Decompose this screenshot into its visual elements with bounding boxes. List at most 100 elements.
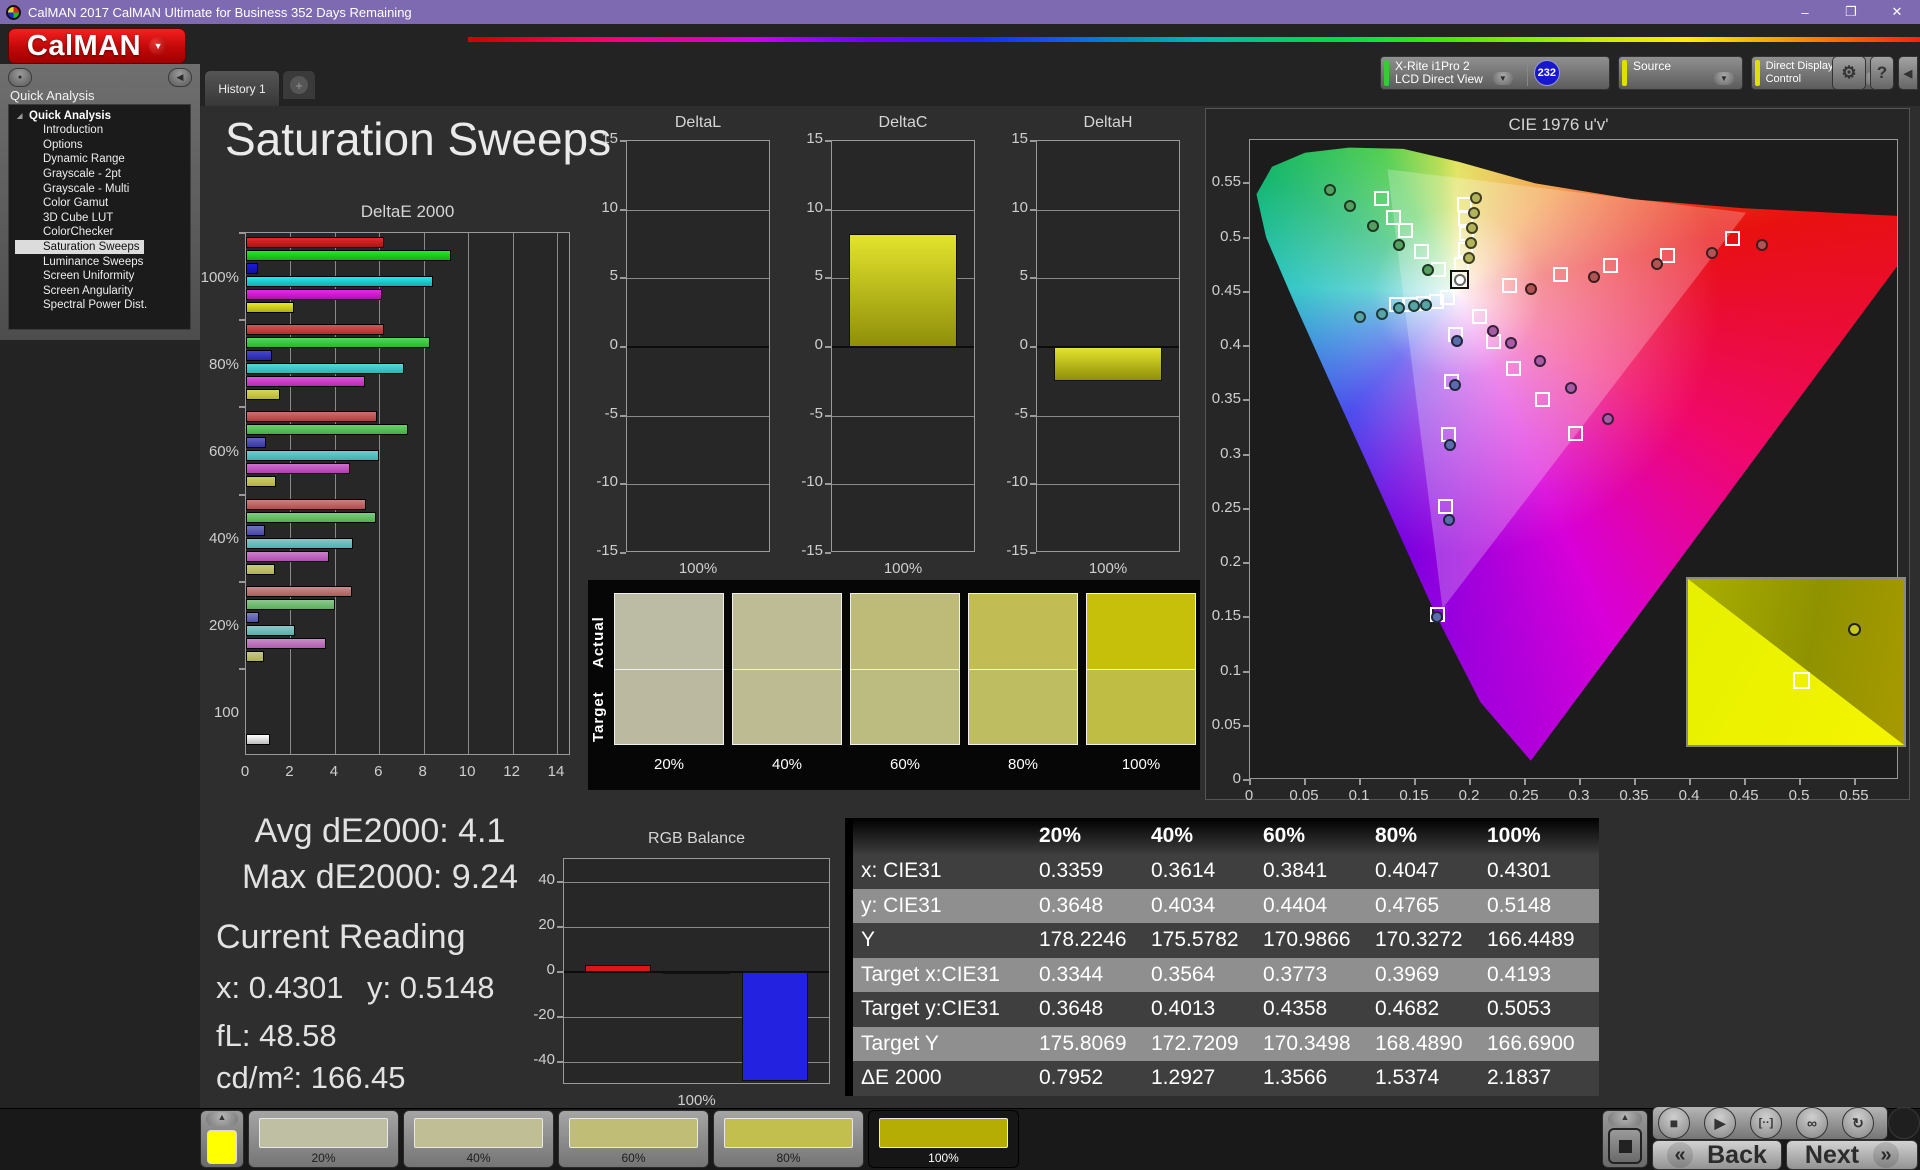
step-button[interactable]: [··] [1750, 1107, 1782, 1139]
continuous-button[interactable]: ∞ [1796, 1107, 1828, 1139]
delta-chart-title: DeltaC [878, 114, 928, 131]
sidebar-item-spectral-power-dist-[interactable]: Spectral Power Dist. [15, 298, 190, 313]
cie-measured-circle-red [1706, 246, 1718, 259]
avg-de2000: Avg dE2000: 4.1 [254, 812, 506, 850]
stop-pattern-button[interactable] [1608, 1128, 1642, 1164]
pattern-expand-button[interactable]: ▲ [206, 1112, 238, 1126]
sidebar-item-saturation-sweeps[interactable]: Saturation Sweeps [15, 239, 144, 255]
tree-root[interactable]: ◢ Quick Analysis [15, 109, 190, 123]
loop-button[interactable]: ↻ [1842, 1107, 1874, 1139]
source-dropdown[interactable]: Source ▼ [1618, 56, 1743, 90]
axis-tick [620, 346, 626, 348]
calman-menu-button[interactable]: CalMAN ▼ [8, 28, 186, 64]
play-button[interactable]: ▶ [1704, 1107, 1736, 1139]
pattern-button-40%[interactable]: 40% [403, 1110, 554, 1168]
current-x: x: 0.4301 [216, 970, 344, 1005]
table-cell: 0.4034 [1151, 893, 1216, 917]
target-label: Target [590, 691, 607, 742]
close-button[interactable]: ✕ [1874, 0, 1920, 24]
transport-expand-button[interactable]: ▲ [1608, 1112, 1642, 1126]
table-cell: 1.5374 [1375, 1066, 1440, 1090]
sidebar-item-colorchecker[interactable]: ColorChecker [15, 225, 190, 240]
pattern-button-60%[interactable]: 60% [558, 1110, 709, 1168]
cie-measured-circle-green [1367, 219, 1380, 232]
axis-tick [239, 580, 245, 583]
cie-y-tick: 0.3 [1220, 444, 1241, 462]
delta-y-tick: 0 [814, 336, 823, 353]
next-button[interactable]: Next » [1786, 1140, 1918, 1170]
sidebar-item-dynamic-range[interactable]: Dynamic Range [15, 152, 190, 167]
deltae-bar-blue [246, 524, 265, 536]
table-cell: 0.4682 [1375, 997, 1440, 1021]
sidebar-item-3d-cube-lut[interactable]: 3D Cube LUT [15, 211, 190, 226]
cie-y-tick: 0.25 [1211, 498, 1241, 516]
panel-collapse-button[interactable]: ◀ [1898, 56, 1918, 90]
deltae-bar-red [246, 411, 378, 423]
back-button[interactable]: « Back [1652, 1140, 1782, 1170]
table-cell: 1.2927 [1151, 1066, 1216, 1090]
deltae-x-tick: 2 [285, 763, 294, 780]
sidebar-collapse-button[interactable]: ◀ [168, 68, 192, 87]
infinity-icon: ∞ [1807, 1115, 1817, 1131]
window-title: CalMAN 2017 CalMAN Ultimate for Business… [28, 4, 412, 20]
sidebar-item-screen-angularity[interactable]: Screen Angularity [15, 284, 190, 299]
table-row: y: CIE31 0.3648 0.4034 0.4404 0.4765 0.5148 [853, 888, 1599, 923]
cie-measured-circle-yellow [1468, 206, 1481, 219]
deltae-x-tick: 12 [503, 763, 520, 780]
delta-y-tick: 15 [806, 130, 823, 147]
deltae-bar-cyan [246, 624, 295, 636]
settings-button[interactable]: ⚙ [1832, 56, 1866, 90]
table-cell: 1.3566 [1263, 1066, 1328, 1090]
cie-measured-circle-magenta [1487, 324, 1500, 337]
pattern-button-80%[interactable]: 80% [713, 1110, 864, 1168]
rgb-y-tick: 0 [546, 961, 555, 978]
axis-tick [620, 414, 626, 417]
rgb-y-tick: -20 [533, 1006, 555, 1024]
sidebar-item-grayscale-2pt[interactable]: Grayscale - 2pt [15, 167, 190, 182]
sidebar-item-luminance-sweeps[interactable]: Luminance Sweeps [15, 254, 190, 269]
stop-button[interactable]: ■ [1658, 1107, 1690, 1139]
current-y: y: 0.5148 [367, 970, 495, 1005]
cie-measured-circle-green [1392, 239, 1405, 252]
current-pattern-swatch[interactable] [207, 1130, 237, 1164]
restore-button[interactable]: ❐ [1828, 0, 1874, 24]
sidebar-item-color-gamut[interactable]: Color Gamut [15, 196, 190, 211]
sidebar-item-options[interactable]: Options [15, 138, 190, 153]
sidebar-item-grayscale-multi[interactable]: Grayscale - Multi [15, 181, 190, 196]
delta-x-label: 100% [678, 560, 718, 577]
cie-target-square-green [1398, 223, 1414, 239]
sidebar-dot-button[interactable]: ● [8, 68, 32, 87]
pattern-button-100%[interactable]: 100% [868, 1110, 1019, 1168]
table-cell: Target x:CIE31 [861, 962, 1000, 986]
sidebar-item-screen-uniformity[interactable]: Screen Uniformity [15, 269, 190, 284]
delta-y-tick: -5 [604, 404, 618, 422]
deltae-bar-white [246, 733, 271, 745]
meter-count-badge[interactable]: 232 [1533, 60, 1560, 86]
delta-y-tick: 0 [1019, 336, 1028, 353]
table-row: x: CIE31 0.3359 0.3614 0.3841 0.4047 0.4301 [853, 854, 1599, 889]
table-cell: 0.3773 [1263, 962, 1328, 986]
axis-tick [557, 925, 563, 928]
cie-y-tick: 0.15 [1211, 607, 1241, 625]
table-cell: 166.6900 [1487, 1031, 1575, 1055]
sidebar-header: Quick Analysis [10, 88, 95, 103]
add-tab-button[interactable]: + [282, 70, 316, 100]
meter-dropdown[interactable]: X-Rite i1Pro 2 LCD Direct View ▼ 232 [1380, 56, 1610, 90]
cie-x-tick: 0.5 [1788, 787, 1810, 804]
cie-y-tick: 0.35 [1211, 390, 1241, 408]
help-button[interactable]: ? [1870, 56, 1894, 90]
plus-icon: + [290, 76, 308, 94]
tab-history-1[interactable]: History 1 [204, 70, 280, 106]
delta-chart-title: DeltaH [1083, 114, 1133, 131]
swatch-target-80% [968, 669, 1078, 745]
axis-tick [239, 319, 245, 322]
table-cell: 0.7952 [1039, 1066, 1104, 1090]
sidebar-item-introduction[interactable]: Introduction [15, 123, 190, 138]
deltae-bar-green [246, 337, 431, 349]
pattern-button-20%[interactable]: 20% [248, 1110, 399, 1168]
minimize-button[interactable]: – [1782, 0, 1828, 24]
deltae-bar-cyan [246, 537, 353, 549]
delta-y-tick: 15 [1011, 130, 1028, 147]
table-header-cell: 60% [1263, 824, 1306, 847]
page-title: Saturation Sweeps [225, 113, 612, 165]
